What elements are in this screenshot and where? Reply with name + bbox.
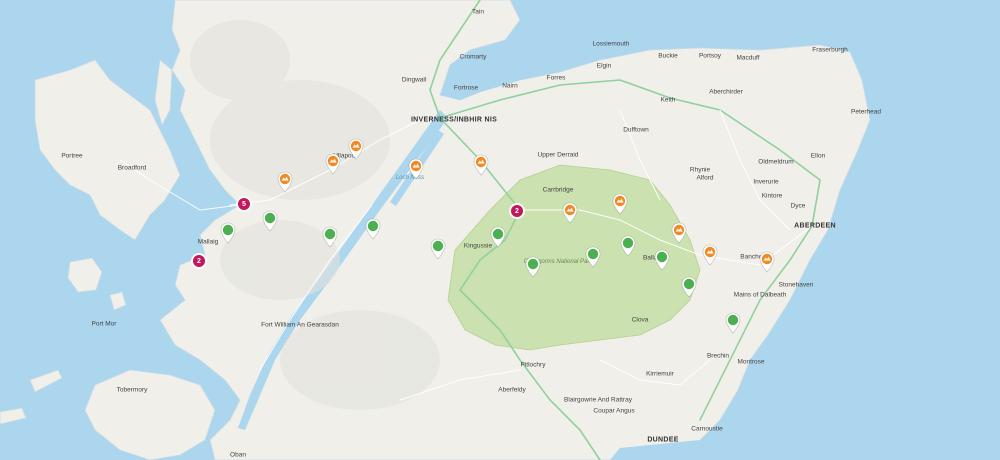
- map-marker-orange[interactable]: [612, 193, 628, 215]
- place-label-inverurie: Inverurie: [753, 178, 779, 186]
- place-label-mill-of-dalbeath: Mains of Dalbeath: [733, 291, 787, 299]
- map-marker-orange[interactable]: [325, 153, 341, 175]
- marker-cluster[interactable]: 5: [238, 198, 250, 210]
- marker-cluster[interactable]: 2: [511, 205, 523, 217]
- place-label-pitlochry: Pitlochry: [520, 361, 546, 369]
- place-label-carrbridge: Carrbridge: [542, 186, 574, 194]
- place-label-montrose: Montrose: [737, 358, 765, 366]
- place-label-kintore: Kintore: [761, 192, 783, 200]
- place-label-kingussie: Kingussie: [463, 242, 493, 250]
- place-label-forres: Forres: [546, 74, 566, 82]
- map-marker-green[interactable]: [725, 312, 741, 334]
- place-label-buckie: Buckie: [658, 52, 678, 60]
- map-marker-orange[interactable]: [473, 154, 489, 176]
- map-marker-green[interactable]: [262, 210, 278, 232]
- place-label-peterhead: Peterhead: [851, 108, 881, 116]
- map-marker-green[interactable]: [220, 222, 236, 244]
- place-label-dingwall: Dingwall: [401, 76, 427, 84]
- place-label-tain: Tain: [472, 8, 484, 16]
- place-label-tobermory: Tobermory: [116, 386, 148, 394]
- map-marker-green[interactable]: [525, 256, 541, 278]
- place-label-elgin: Elgin: [596, 62, 612, 70]
- map-marker-green[interactable]: [654, 249, 670, 271]
- map-marker-orange[interactable]: [759, 251, 775, 273]
- map-marker-green[interactable]: [322, 226, 338, 248]
- map-marker-green[interactable]: [585, 246, 601, 268]
- place-label-carnoustie: Carnoustie: [691, 425, 723, 433]
- map-marker-orange[interactable]: [702, 244, 718, 266]
- place-label-aberchirder: Aberchirder: [709, 88, 743, 96]
- place-label-ellon: Ellon: [810, 152, 826, 160]
- map-marker-orange[interactable]: [562, 202, 578, 224]
- place-label-alford: Alford: [696, 174, 714, 182]
- place-label-fortrose: Fortrose: [453, 84, 479, 92]
- place-label-coupar-angus: Coupar Angus: [593, 407, 635, 415]
- map-marker-orange[interactable]: [277, 171, 293, 193]
- map-marker-green[interactable]: [490, 226, 506, 248]
- map-marker-green[interactable]: [430, 238, 446, 260]
- place-label-fraserburgh: Fraserburgh: [812, 46, 848, 54]
- place-label-oldmeldrum: Oldmeldrum: [758, 158, 794, 166]
- place-label-inverness: INVERNESS/INBHIR NIS: [410, 116, 498, 124]
- map-marker-orange[interactable]: [408, 158, 424, 180]
- map-marker-orange[interactable]: [348, 138, 364, 160]
- map-marker-green[interactable]: [681, 276, 697, 298]
- place-label-stonehaven: Stonehaven: [778, 281, 814, 289]
- place-label-fort-william: Fort William An Gearasdan: [261, 321, 339, 329]
- place-label-rhynie: Rhynie: [689, 166, 711, 174]
- place-label-broadford: Broadford: [117, 164, 147, 172]
- place-label-cromarty: Cromarty: [459, 53, 487, 61]
- place-label-dundee: DUNDEE: [647, 436, 679, 444]
- place-label-dufftown: Dufftown: [623, 126, 649, 134]
- place-label-kirriemuir: Kirriemuir: [646, 370, 674, 378]
- place-label-brechin: Brechin: [706, 352, 730, 360]
- map-canvas[interactable]: Tain Cromarty Dingwall Fortrose Nairn Forres E…: [0, 0, 1000, 460]
- marker-cluster[interactable]: 2: [193, 255, 205, 267]
- place-label-eigg: Port Mor: [91, 320, 117, 328]
- place-label-blairgowrie: Blairgowrie And Rattray: [564, 396, 632, 404]
- place-label-aberfeldy: Aberfeldy: [498, 386, 526, 394]
- map-marker-green[interactable]: [620, 235, 636, 257]
- place-label-aberdeen: ABERDEEN: [794, 222, 836, 230]
- place-label-clova: Clova: [631, 316, 649, 324]
- place-label-nairn: Nairn: [502, 82, 518, 90]
- place-label-upper-derraid: Upper Derraid: [537, 151, 579, 159]
- place-label-dyce: Dyce: [790, 202, 806, 210]
- place-label-mallaig: Mallaig: [197, 238, 219, 246]
- place-label-macduff: Macduff: [736, 54, 760, 62]
- place-label-lossiemouth: Lossiemouth: [592, 40, 630, 48]
- map-marker-green[interactable]: [365, 218, 381, 240]
- map-marker-orange[interactable]: [671, 222, 687, 244]
- place-label-keith: Keith: [660, 96, 676, 104]
- place-label-oban: Oban: [230, 451, 246, 459]
- place-label-portree: Portree: [61, 152, 83, 160]
- place-label-portsoy: Portsoy: [698, 52, 722, 60]
